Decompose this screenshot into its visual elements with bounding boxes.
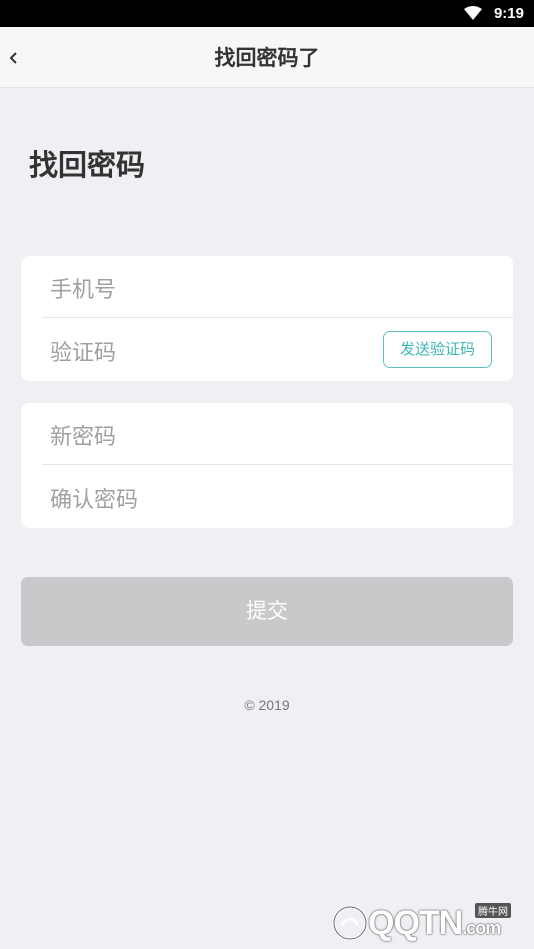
confirm-password-row: 确认密码	[21, 466, 513, 528]
divider	[42, 464, 513, 465]
verification-card: 手机号 验证码 发送验证码	[21, 256, 513, 381]
status-bar: 9:19	[0, 0, 534, 27]
password-card: 新密码 确认密码	[21, 403, 513, 528]
watermark: QQTN.com 腾牛网	[330, 898, 530, 948]
nav-title: 找回密码了	[214, 46, 320, 70]
phone-row: 手机号	[21, 256, 513, 318]
copyright-text: © 2019	[244, 697, 290, 713]
wifi-icon	[464, 6, 482, 20]
new-password-row: 新密码	[21, 403, 513, 465]
confirm-password-input[interactable]: 确认密码	[50, 482, 138, 514]
phone-input[interactable]: 手机号	[50, 272, 116, 304]
code-row: 验证码 发送验证码	[21, 319, 513, 381]
watermark-site: 腾牛网	[475, 903, 511, 918]
send-code-button[interactable]: 发送验证码	[383, 331, 492, 368]
watermark-logo-icon	[332, 905, 368, 941]
divider	[42, 317, 513, 318]
status-time: 9:19	[493, 5, 524, 22]
page-title: 找回密码	[29, 148, 146, 182]
submit-button[interactable]: 提交	[21, 577, 513, 646]
new-password-input[interactable]: 新密码	[50, 419, 116, 451]
nav-bar: 找回密码了	[0, 27, 534, 88]
verification-code-input[interactable]: 验证码	[50, 335, 116, 367]
